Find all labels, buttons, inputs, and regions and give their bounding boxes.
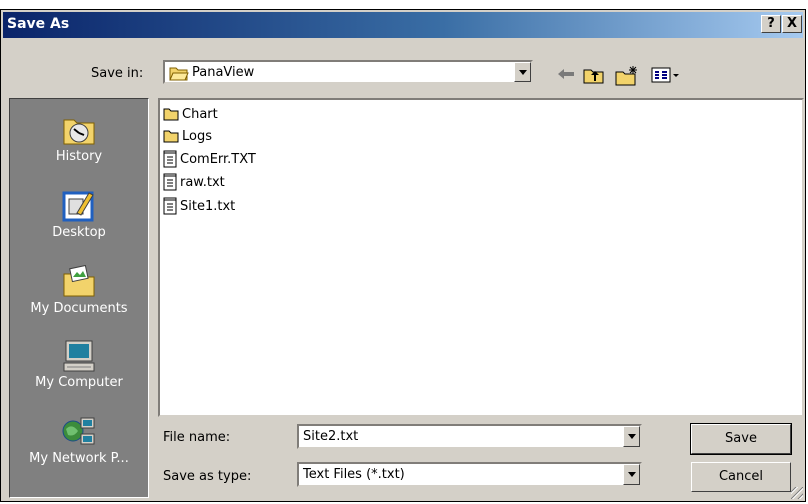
place-my-documents[interactable]: My Documents	[10, 265, 148, 316]
file-list[interactable]: Chart Logs ComErr.TXT raw.txt Site1.txt	[158, 98, 804, 417]
network-places-icon	[62, 417, 95, 445]
list-item[interactable]: Site1.txt	[163, 196, 235, 216]
place-desktop[interactable]: Desktop	[10, 189, 148, 240]
save-as-type-label: Save as type:	[163, 469, 252, 484]
back-arrow-icon[interactable]	[556, 66, 576, 82]
file-name: Chart	[182, 106, 218, 122]
save-in-value: PanaView	[192, 65, 255, 80]
text-file-icon	[163, 150, 177, 168]
list-item[interactable]: ComErr.TXT	[163, 149, 256, 169]
place-network[interactable]: My Network P...	[10, 415, 148, 466]
file-name: ComErr.TXT	[180, 151, 256, 167]
save-in-combo[interactable]: PanaView	[163, 60, 533, 84]
file-name-field[interactable]: Site2.txt	[297, 424, 642, 449]
desktop-icon	[62, 191, 94, 222]
resize-grip[interactable]	[791, 487, 803, 499]
save-as-type-value: Text Files (*.txt)	[303, 467, 405, 482]
title-bar[interactable]: Save As ? X	[3, 12, 803, 38]
list-item[interactable]: Chart	[163, 104, 218, 124]
close-button[interactable]: X	[782, 15, 802, 33]
file-name-dropdown-arrow[interactable]	[623, 426, 640, 447]
place-label: My Documents	[30, 301, 128, 316]
place-history[interactable]: History	[10, 113, 148, 164]
new-folder-icon[interactable]	[615, 66, 639, 86]
text-file-icon	[163, 173, 177, 191]
folder-open-icon	[169, 67, 189, 81]
file-name: raw.txt	[180, 174, 225, 190]
save-in-label: Save in:	[91, 66, 144, 81]
places-bar: History Desktop My Documents My Computer…	[9, 98, 149, 498]
folder-icon	[163, 130, 179, 143]
place-label: My Computer	[35, 375, 123, 390]
list-item[interactable]: raw.txt	[163, 172, 225, 192]
place-my-computer[interactable]: My Computer	[10, 339, 148, 390]
folder-icon	[163, 108, 179, 121]
help-button[interactable]: ?	[761, 15, 781, 33]
my-documents-icon	[63, 265, 95, 297]
cancel-button[interactable]: Cancel	[691, 462, 791, 492]
view-menu-icon[interactable]	[651, 66, 681, 84]
place-label: Desktop	[52, 225, 106, 240]
file-name-label: File name:	[163, 430, 231, 445]
save-button[interactable]: Save	[690, 423, 792, 455]
save-as-type-dropdown-arrow[interactable]	[623, 464, 640, 485]
file-name: Logs	[182, 128, 212, 144]
save-as-dialog: Save As ? X Save in: PanaView History De…	[0, 9, 806, 502]
place-label: History	[55, 149, 103, 164]
save-in-dropdown-arrow[interactable]	[514, 62, 531, 82]
history-icon	[63, 119, 95, 145]
save-as-type-select[interactable]: Text Files (*.txt)	[297, 462, 642, 487]
my-computer-icon	[63, 340, 95, 372]
file-name-value: Site2.txt	[303, 429, 359, 444]
window-title: Save As	[7, 16, 70, 32]
up-folder-icon[interactable]	[583, 66, 605, 84]
file-name: Site1.txt	[180, 198, 236, 214]
text-file-icon	[163, 197, 177, 215]
place-label: My Network P...	[29, 451, 129, 466]
list-item[interactable]: Logs	[163, 126, 212, 146]
